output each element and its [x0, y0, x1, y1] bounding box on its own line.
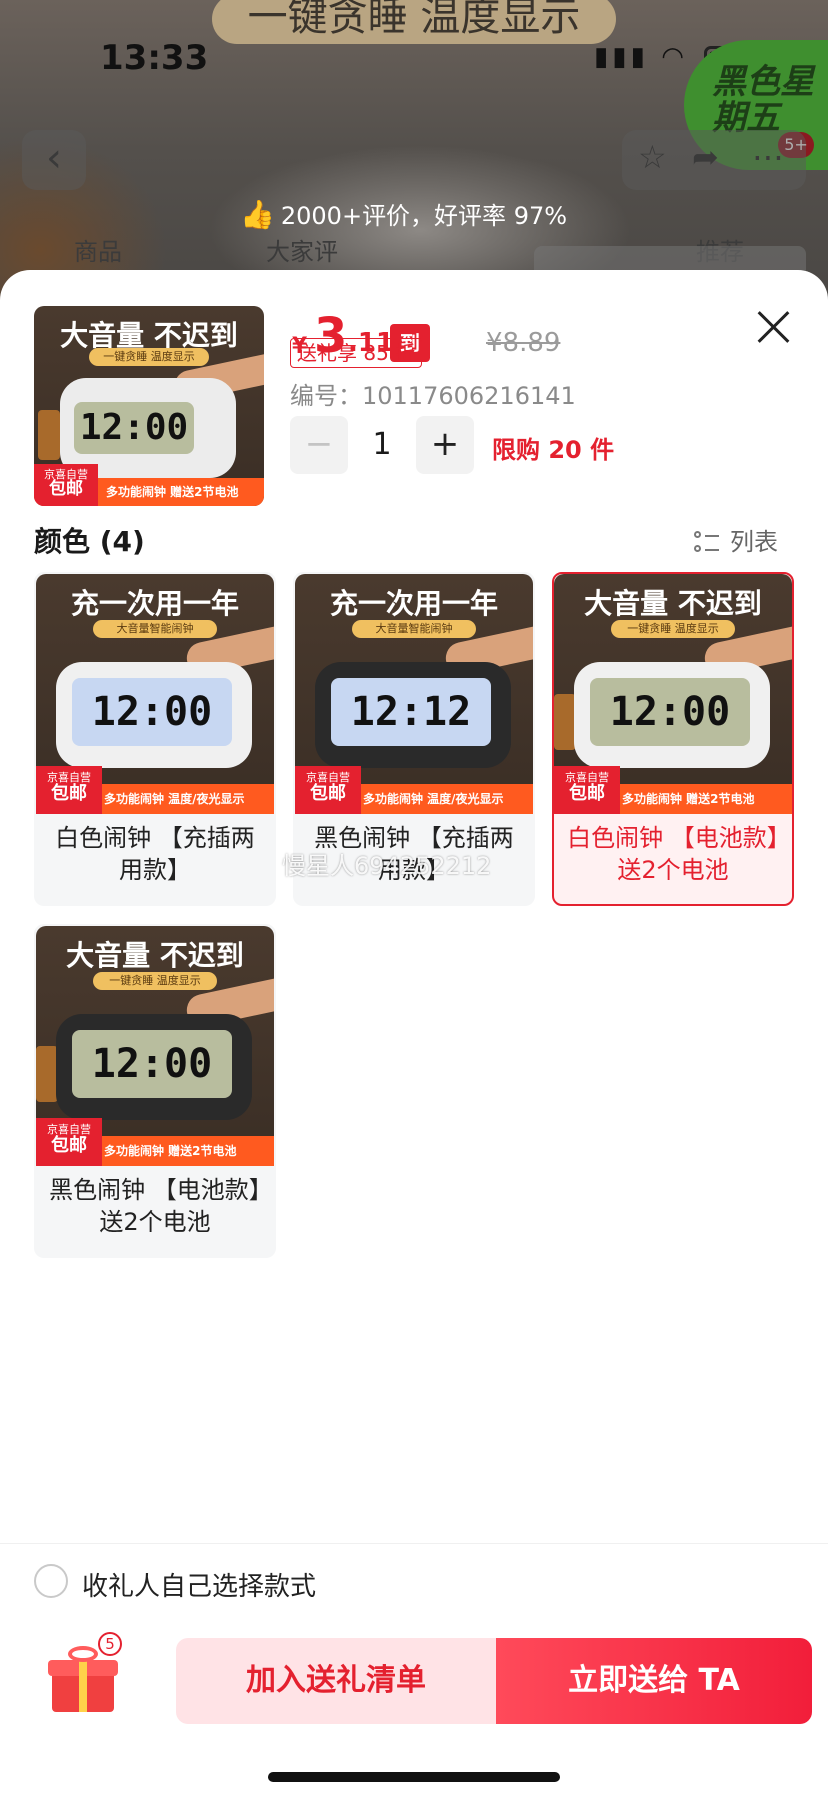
color-option-black-battery[interactable]: 大音量 不迟到 一键贪睡 温度显示 12:00 多功能闹钟 赠送2节电池 京喜自…: [34, 924, 276, 1258]
sku-selector-sheet: 大音量 不迟到 一键贪睡 温度显示 12:00 多功能闹钟 赠送2节电池 京喜自…: [0, 270, 828, 1796]
gift-discount-tag: 送礼享 85 折: [290, 338, 423, 368]
share-icon: ➦: [692, 138, 719, 176]
jd-self-operated-badge: 京喜自营 包邮: [34, 464, 98, 506]
header-actions: ☆ ➦ ⋯: [622, 130, 806, 190]
back-arrow-icon: ‹: [22, 130, 86, 190]
color-option-label: 黑色闹钟 【电池款】送2个电池: [49, 1176, 261, 1236]
quantity-increase-button[interactable]: +: [416, 416, 474, 474]
color-option-white-rechargeable[interactable]: 充一次用一年 大音量智能闹钟 12:00 多功能闹钟 温度/夜光显示 京喜自营包…: [34, 572, 276, 906]
add-to-gift-list-button[interactable]: 加入送礼清单: [176, 1638, 496, 1724]
gift-list-count-badge: 5: [98, 1632, 122, 1656]
list-view-toggle[interactable]: 列表: [694, 522, 778, 557]
quantity-decrease-button[interactable]: −: [290, 416, 348, 474]
selected-product-thumbnail: 大音量 不迟到 一键贪睡 温度显示 12:00 多功能闹钟 赠送2节电池 京喜自…: [34, 306, 264, 506]
color-option-label: 白色闹钟 【充插两用款】: [55, 824, 255, 884]
background-product-page: 一键贪睡 温度显示 13:33 ▮▮▮ ◠ 24 黑色星期五 5+ ‹ ☆ ➦ …: [0, 0, 828, 300]
rating-summary: 👍 2000+评价，好评率 97%: [240, 198, 568, 231]
send-now-button[interactable]: 立即送给 TA: [496, 1638, 812, 1724]
more-icon: ⋯: [752, 138, 784, 176]
color-option-white-battery[interactable]: 大音量 不迟到 一键贪睡 温度显示 12:00 多功能闹钟 赠送2节电池 京喜自…: [552, 572, 794, 906]
watermark: 慢星人694252212: [282, 852, 492, 880]
tab-reviews: 大家评: [266, 238, 338, 266]
sku-code: 编号：10117606216141: [290, 382, 576, 410]
original-price: ¥8.89: [486, 328, 561, 358]
thumbs-up-icon: 👍: [240, 198, 275, 231]
color-option-label: 白色闹钟 【电池款】送2个电池: [567, 824, 779, 884]
home-indicator: [268, 1772, 560, 1782]
color-section-title: 颜色 (4): [34, 525, 145, 558]
recipient-choose-radio[interactable]: [34, 1564, 68, 1598]
close-icon[interactable]: [756, 310, 790, 344]
signal-wifi-icons: ▮▮▮ ◠: [594, 42, 688, 72]
star-icon: ☆: [638, 138, 667, 176]
hero-banner-text: 一键贪睡 温度显示: [212, 0, 616, 44]
list-icon: [694, 530, 722, 556]
tab-goods: 商品: [74, 238, 122, 266]
purchase-limit-text: 限购 20 件: [492, 436, 615, 464]
recipient-choose-label: 收礼人自己选择款式: [82, 1572, 317, 1602]
quantity-value[interactable]: 1: [348, 416, 416, 474]
status-bar-time: 13:33: [100, 38, 209, 78]
footer-divider: [0, 1543, 828, 1544]
